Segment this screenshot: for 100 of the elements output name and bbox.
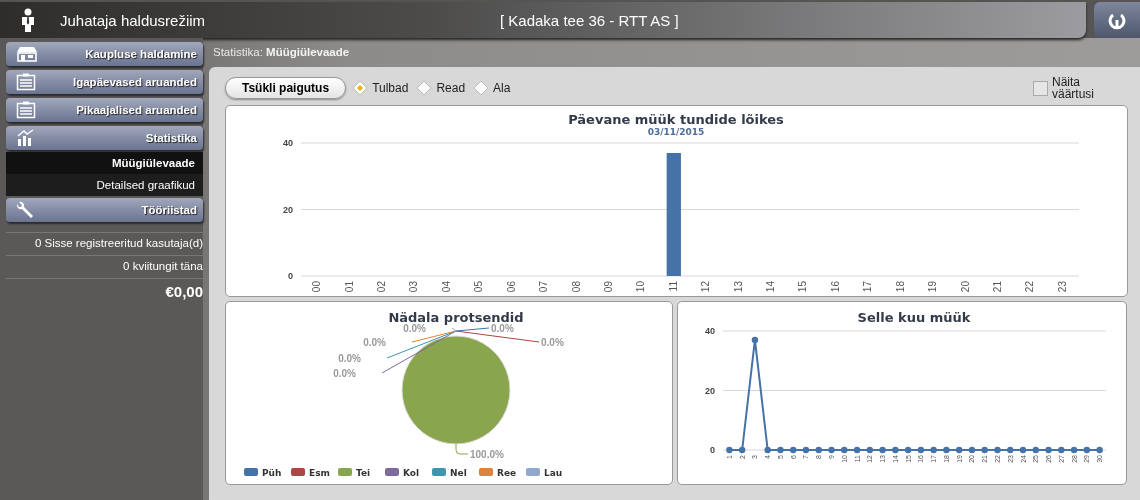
legend-label: Esm (309, 468, 330, 478)
data-point (1083, 446, 1091, 454)
data-point (1007, 446, 1014, 454)
chart-title: Selle kuu müük (857, 310, 971, 325)
axis-label: 08 (570, 281, 582, 293)
axis-label: 21 (991, 281, 1003, 293)
axis-label: 17 (862, 281, 874, 293)
legend-label: Kol (403, 468, 420, 478)
chart-type-option[interactable]: Tulbad (352, 80, 409, 96)
legend-item: Ree (479, 468, 517, 478)
legend-label: Ree (497, 468, 517, 478)
data-point (866, 446, 873, 454)
axis-label: 09 (602, 281, 614, 293)
axis-label: 23 (1056, 281, 1068, 293)
data-point (738, 446, 746, 454)
logout-button[interactable] (1094, 2, 1140, 38)
data-label: 100.0% (470, 449, 505, 460)
axis-label: 01 (343, 281, 355, 293)
axis-label: 02 (376, 281, 388, 293)
axis-label: 03 (408, 281, 420, 293)
data-point (968, 446, 976, 454)
data-point (853, 446, 861, 454)
axis-label: 15 (797, 281, 809, 293)
axis-label: 40 (283, 138, 293, 148)
axis-label: 0 (288, 271, 293, 281)
axis-label: 07 (538, 281, 550, 293)
axis-label: 18 (894, 281, 906, 293)
chart-subtitle: 03/11/2015 (647, 127, 705, 137)
data-point (1096, 446, 1103, 454)
legend-item: Püh (244, 468, 282, 478)
legend-label: Tei (356, 468, 371, 478)
legend-label: Lau (544, 468, 563, 478)
legend-item: Esm (291, 468, 330, 478)
clipboard-icon (16, 73, 36, 91)
data-point (841, 446, 848, 454)
legend-label: Nel (450, 468, 467, 478)
axis-label: 20 (959, 281, 971, 293)
data-point (1019, 446, 1027, 454)
axis-label: 11 (667, 281, 679, 292)
axis-label: 16 (829, 281, 841, 293)
store-name: [ Kadaka tee 36 - RTT AS ] (500, 11, 679, 29)
data-point (917, 446, 925, 454)
axis-label: 04 (440, 281, 452, 293)
legend-item: Tei (338, 468, 371, 478)
axis-label: 20 (705, 385, 715, 396)
data-point (751, 336, 759, 344)
data-point (1058, 446, 1065, 454)
legend-item: Nel (432, 468, 467, 478)
data-point (930, 446, 937, 454)
shop-icon (16, 46, 38, 62)
submenu-item[interactable]: Detailsed graafikud (6, 174, 203, 196)
axis-label: 22 (1024, 281, 1036, 293)
data-point (892, 446, 899, 454)
clipboard-icon (16, 101, 36, 119)
wrench-icon (16, 200, 36, 220)
data-point (994, 446, 1001, 454)
data-point (1045, 446, 1052, 454)
chart-title: Päevane müük tundide lõikes (568, 112, 784, 127)
axis-label: 40 (705, 326, 715, 336)
data-point (815, 446, 822, 454)
axis-label: 12 (700, 281, 712, 293)
mode-title: Juhataja haldusrežiim (60, 11, 207, 29)
legend-item: Kol (385, 468, 420, 478)
data-point (943, 446, 950, 454)
axis-label: 10 (635, 281, 647, 293)
data-point (777, 446, 784, 454)
axis-label: 20 (283, 204, 293, 215)
axis-label: 06 (505, 281, 517, 293)
submenu-item[interactable]: Müügiülevaade (6, 152, 203, 174)
chart-title: Nädala protsendid (388, 310, 524, 325)
axis-label: 00 (311, 281, 323, 293)
person-icon (20, 8, 36, 32)
total-amount: €0,00 (6, 278, 203, 304)
axis-label: 19 (927, 281, 939, 293)
data-point (1032, 446, 1039, 454)
data-point (828, 446, 835, 454)
bar-chart-icon (16, 129, 36, 147)
data-point (956, 446, 963, 454)
pie-label: 100.0% (455, 443, 504, 460)
breadcrumb: Statistika: Müügiülevaade (212, 45, 351, 60)
chart-type-option[interactable]: Read (416, 80, 466, 96)
data-point (879, 446, 886, 454)
data-point (764, 446, 771, 454)
chart-type-option[interactable]: Ala (473, 80, 511, 96)
data-point (802, 446, 810, 454)
data-point (1070, 446, 1078, 454)
data-point (981, 446, 988, 454)
layout-button[interactable]: Tsükli paigutus (225, 77, 347, 99)
axis-label: 0 (710, 445, 715, 455)
stat-text: 0 kviitungit täna (6, 255, 203, 278)
data-point (904, 446, 912, 454)
legend-label: Püh (262, 468, 282, 478)
data-point (790, 446, 797, 454)
show-values-checkbox[interactable]: Näita väärtusi (1033, 76, 1102, 100)
axis-label: 14 (765, 281, 777, 293)
axis-label: 05 (473, 281, 485, 293)
pie-label: 0.0% (455, 323, 514, 334)
legend-item: Lau (526, 468, 563, 478)
stat-text: 0 Sisse registreeritud kasutaja(d) (6, 232, 203, 255)
axis-label: 13 (732, 281, 744, 293)
